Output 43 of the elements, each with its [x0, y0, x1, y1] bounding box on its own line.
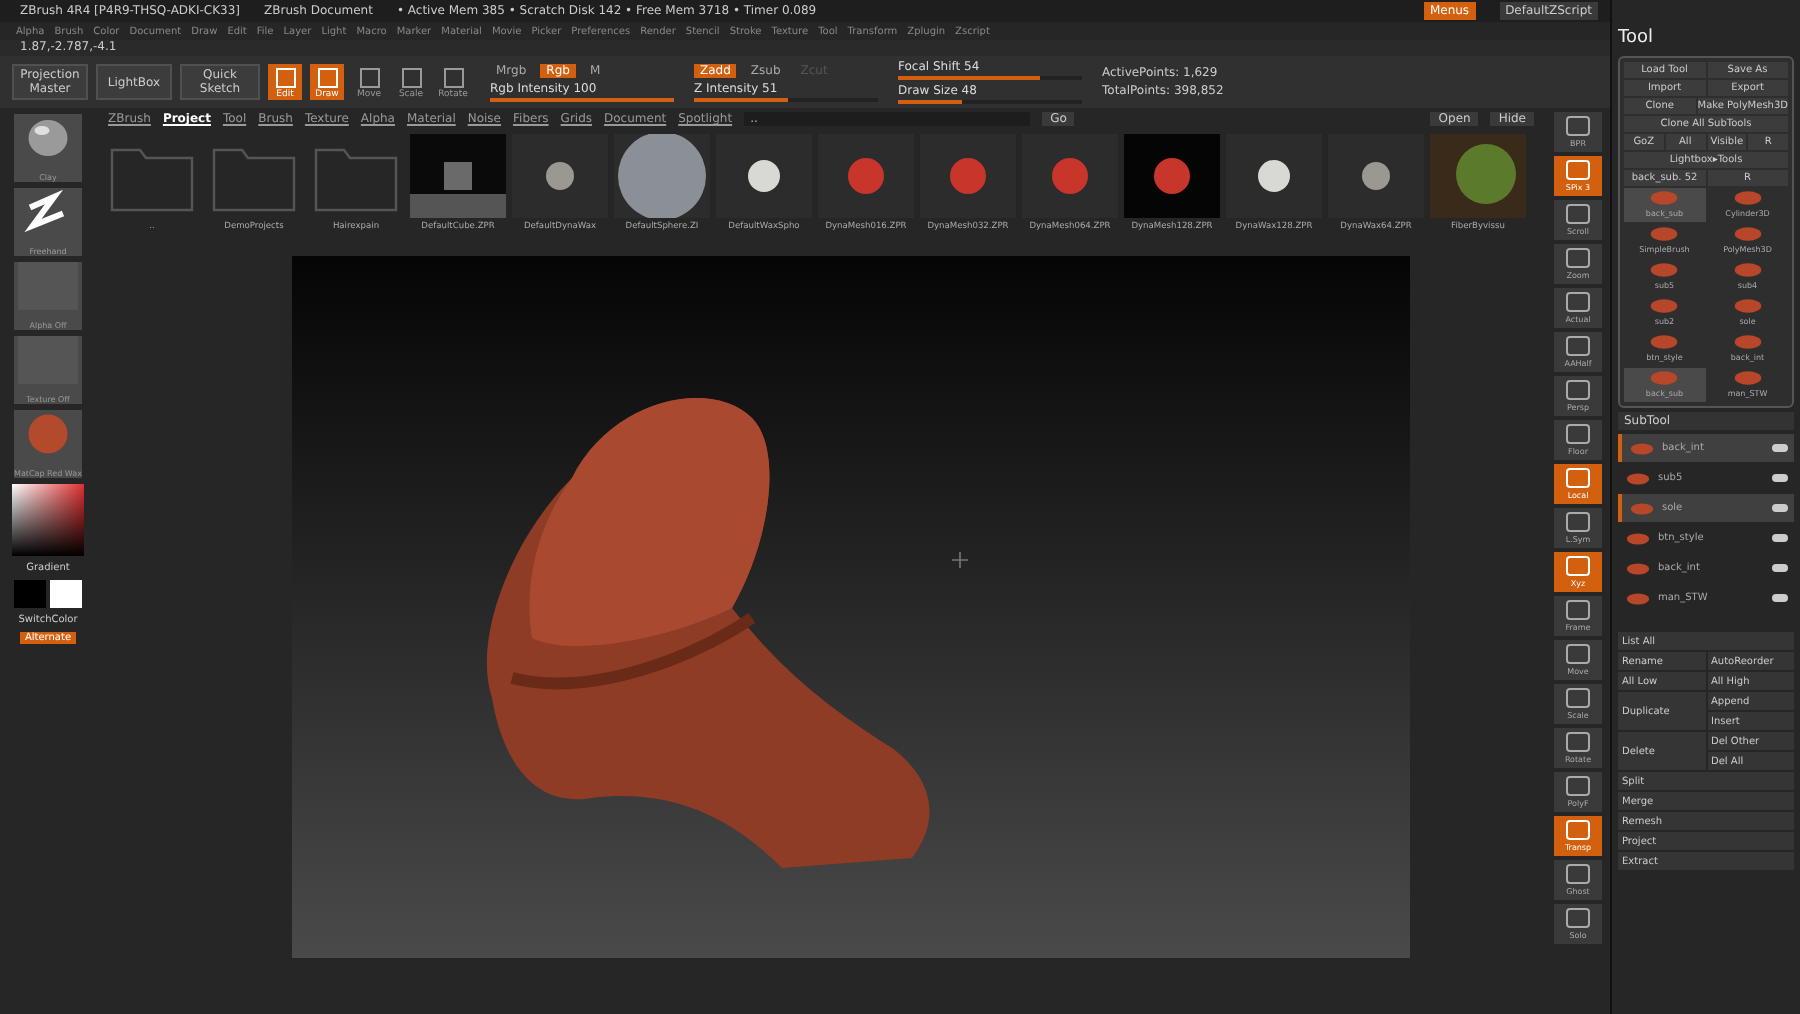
sphere-thumbnail[interactable] — [818, 134, 914, 218]
sphere-thumbnail[interactable] — [1022, 134, 1118, 218]
mesh-icon — [1624, 469, 1652, 487]
mesh-icon — [1646, 260, 1683, 280]
sphere-thumbnail[interactable] — [716, 134, 812, 218]
texture-slot — [18, 336, 78, 384]
document-canvas[interactable] — [292, 256, 1410, 958]
mesh-icon — [1729, 296, 1766, 316]
panel-title: Tool — [1618, 28, 1653, 48]
sphere-thumbnail[interactable] — [614, 134, 710, 218]
sphere-thumbnail[interactable] — [920, 134, 1016, 218]
mesh-icon — [1729, 188, 1766, 208]
mesh-icon — [1628, 439, 1656, 457]
mesh-icon — [1646, 332, 1683, 352]
mesh-icon — [1624, 559, 1652, 577]
sphere-thumbnail[interactable] — [1328, 134, 1424, 218]
sphere-thumbnail[interactable] — [1226, 134, 1322, 218]
crosshair-icon — [952, 552, 968, 568]
mesh-icon — [1646, 368, 1683, 388]
toggle-icon[interactable] — [1772, 474, 1788, 482]
toggle-icon[interactable] — [1772, 444, 1788, 452]
alpha-slot — [18, 262, 78, 310]
toggle-icon[interactable] — [1772, 504, 1788, 512]
sphere-thumbnail[interactable] — [1124, 134, 1220, 218]
mesh-icon — [1624, 529, 1652, 547]
mesh-icon — [1646, 296, 1683, 316]
toggle-icon[interactable] — [1772, 534, 1788, 542]
mesh-icon — [1729, 332, 1766, 352]
sphere-thumbnail[interactable] — [512, 134, 608, 218]
color-picker[interactable] — [12, 484, 84, 556]
mesh-icon — [1624, 589, 1652, 607]
color-swatch[interactable] — [50, 580, 82, 608]
mesh-icon — [1646, 224, 1683, 244]
mesh-icon — [1628, 499, 1656, 517]
mesh-icon — [1729, 260, 1766, 280]
mesh-icon — [1646, 188, 1683, 208]
mesh-icon — [1729, 224, 1766, 244]
mesh-icon — [1729, 368, 1766, 388]
fiber-thumbnail[interactable] — [1430, 134, 1526, 218]
toggle-icon[interactable] — [1772, 594, 1788, 602]
color-swatch[interactable] — [14, 580, 46, 608]
cube-thumbnail[interactable] — [410, 134, 506, 218]
toggle-icon[interactable] — [1772, 564, 1788, 572]
